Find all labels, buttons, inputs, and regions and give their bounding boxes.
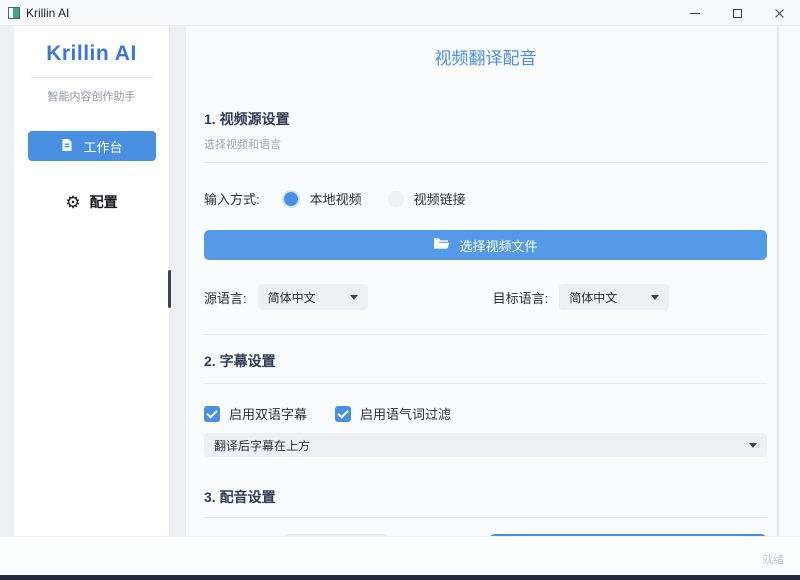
source-language-select[interactable]: 简体中文 xyxy=(258,284,368,310)
window-bottom-edge xyxy=(0,575,800,580)
target-language-group: 目标语言: 简体中文 xyxy=(493,284,670,310)
target-language-value: 简体中文 xyxy=(569,289,617,306)
config-label: 配置 xyxy=(90,192,118,212)
subtitle-position-select[interactable]: 翻译后字幕在上方 xyxy=(204,433,767,457)
chevron-down-icon xyxy=(651,295,659,300)
divider xyxy=(204,162,767,163)
brand-subtitle: 智能内容创作助手 xyxy=(48,88,136,104)
close-icon xyxy=(774,8,785,19)
titlebar-left: Krillin AI xyxy=(8,6,69,20)
checkbox-bilingual-label: 启用双语字幕 xyxy=(229,404,307,423)
checkbox-filler-word-filter[interactable]: 启用语气词过滤 xyxy=(335,404,451,423)
checkbox-bilingual-subtitles[interactable]: 启用双语字幕 xyxy=(204,404,307,423)
source-language-label: 源语言: xyxy=(204,288,247,307)
checkbox-filler-label: 启用语气词过滤 xyxy=(360,404,451,423)
divider xyxy=(204,383,767,384)
select-video-file-button[interactable]: 选择视频文件 xyxy=(204,230,767,260)
app-body: Krillin AI 智能内容创作助手 工作台 ⚙ 配置 视频翻译配音 1. 视… xyxy=(0,26,800,536)
start-processing-button[interactable] xyxy=(489,534,767,536)
status-text: 就绪 xyxy=(762,551,784,567)
radio-local-video[interactable]: 本地视频 xyxy=(282,189,362,208)
language-row: 源语言: 简体中文 目标语言: 简体中文 xyxy=(204,284,767,310)
brand-title: Krillin AI xyxy=(46,42,137,66)
radio-video-link[interactable]: 视频链接 xyxy=(388,189,466,208)
radio-selected-icon xyxy=(282,190,300,208)
divider xyxy=(204,334,767,335)
target-language-select[interactable]: 简体中文 xyxy=(559,284,669,310)
source-language-group: 源语言: 简体中文 xyxy=(204,284,368,310)
minimize-icon xyxy=(690,13,700,14)
titlebar: Krillin AI xyxy=(0,0,800,26)
main-content: 视频翻译配音 1. 视频源设置 选择视频和语言 输入方式: 本地视频 视频链接 xyxy=(185,26,800,536)
checkbox-checked-icon xyxy=(335,406,351,422)
section-description-video-source: 选择视频和语言 xyxy=(204,136,767,152)
radio-unselected-icon xyxy=(388,191,404,207)
select-video-file-label: 选择视频文件 xyxy=(459,236,537,255)
target-language-label: 目标语言: xyxy=(493,288,549,307)
maximize-button[interactable] xyxy=(716,0,758,26)
workbench-label: 工作台 xyxy=(83,137,122,156)
dubbing-controls-row xyxy=(204,534,767,536)
content-scrollbar[interactable] xyxy=(777,26,779,536)
sidebar-item-workbench[interactable]: 工作台 xyxy=(28,131,156,161)
section-heading-dubbing-settings: 3. 配音设置 xyxy=(204,487,767,507)
document-icon xyxy=(60,138,74,155)
radio-video-link-label: 视频链接 xyxy=(414,189,466,208)
minimize-button[interactable] xyxy=(674,0,716,26)
app-window: Krillin AI Krillin AI 智能内容创作助手 工作台 ⚙ 配置 xyxy=(0,0,800,580)
sidebar: Krillin AI 智能内容创作助手 工作台 ⚙ 配置 xyxy=(14,26,170,536)
chevron-down-icon xyxy=(749,443,757,448)
dubbing-option-control[interactable] xyxy=(283,534,389,536)
subtitle-position-value: 翻译后字幕在上方 xyxy=(214,437,310,454)
brand-divider xyxy=(31,77,153,78)
radio-local-video-label: 本地视频 xyxy=(310,189,362,208)
maximize-icon xyxy=(733,9,742,18)
section-heading-subtitle-settings: 2. 字幕设置 xyxy=(204,351,767,371)
gear-icon: ⚙ xyxy=(65,194,80,211)
subtitle-options-row: 启用双语字幕 启用语气词过滤 xyxy=(204,404,767,423)
section-heading-video-source: 1. 视频源设置 xyxy=(204,109,767,129)
folder-icon xyxy=(433,237,450,253)
input-method-label: 输入方式: xyxy=(204,189,260,208)
page-title: 视频翻译配音 xyxy=(204,44,767,69)
window-title: Krillin AI xyxy=(26,6,69,20)
checkbox-checked-icon xyxy=(204,406,220,422)
window-controls xyxy=(674,0,800,25)
app-icon xyxy=(8,7,20,19)
scrollbar-thumb[interactable] xyxy=(168,270,171,308)
divider xyxy=(204,517,767,518)
statusbar: 就绪 xyxy=(0,536,800,575)
chevron-down-icon xyxy=(350,295,358,300)
close-button[interactable] xyxy=(758,0,800,26)
input-method-row: 输入方式: 本地视频 视频链接 xyxy=(204,189,767,208)
source-language-value: 简体中文 xyxy=(268,289,316,306)
sidebar-item-config[interactable]: ⚙ 配置 xyxy=(65,192,117,212)
